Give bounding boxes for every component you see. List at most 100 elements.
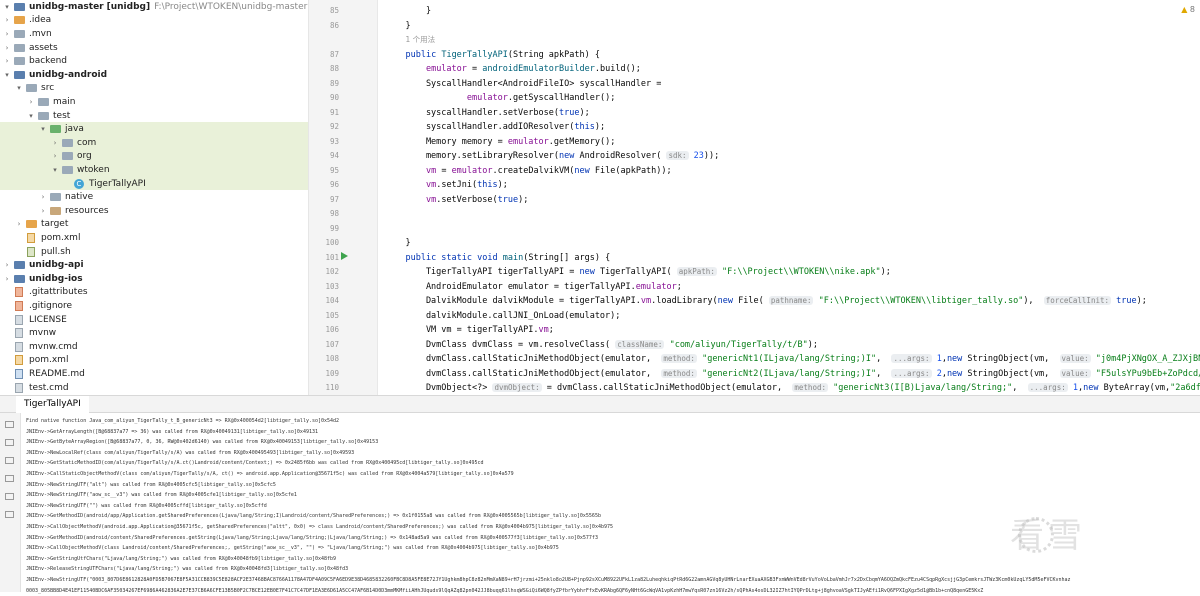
code-line[interactable]: dalvikModule.callJNI_OnLoad(emulator); <box>385 309 620 324</box>
chevron-right-icon[interactable]: › <box>50 152 60 160</box>
tree-item[interactable]: LICENSE <box>0 313 308 327</box>
code-editor[interactable]: 8586878889909192939495969798991001011021… <box>308 0 1200 395</box>
chevron-right-icon[interactable]: › <box>26 98 36 106</box>
tree-item-label: target <box>41 219 68 229</box>
tree-item[interactable]: pom.xml <box>0 231 308 245</box>
line-number: 95 <box>315 164 339 179</box>
chevron-right-icon[interactable]: › <box>2 44 12 52</box>
tree-item[interactable]: CTigerTallyAPI <box>0 177 308 191</box>
tree-item[interactable]: .gitattributes <box>0 286 308 300</box>
code-line[interactable]: public TigerTallyAPI(String apkPath) { <box>385 48 600 63</box>
tree-item[interactable]: .gitignore <box>0 299 308 313</box>
code-line[interactable]: } <box>385 236 411 251</box>
file-icon <box>12 369 26 379</box>
tree-item[interactable]: ›native <box>0 190 308 204</box>
tree-item[interactable]: ›unidbg-ios <box>0 272 308 286</box>
tree-item[interactable]: ›org <box>0 150 308 164</box>
tree-item-label: .gitignore <box>29 301 72 311</box>
code-token <box>385 64 426 74</box>
tree-item[interactable]: › main <box>0 95 308 109</box>
tree-item[interactable]: ▾src <box>0 82 308 96</box>
code-line[interactable]: DalvikModule dalvikModule = tigerTallyAP… <box>385 294 1147 309</box>
code-line[interactable]: } <box>385 4 431 19</box>
code-token: StringObject(vm, <box>962 369 1059 379</box>
tree-item[interactable]: ›com <box>0 136 308 150</box>
code-line[interactable]: syscallHandler.setVerbose(true); <box>385 106 590 121</box>
chevron-right-icon[interactable]: › <box>14 220 24 228</box>
line-number: 85 <box>315 4 339 19</box>
file-icon <box>24 233 38 243</box>
wrap-icon[interactable] <box>5 457 14 464</box>
code-line[interactable]: syscallHandler.addIOResolver(this); <box>385 120 605 135</box>
chevron-right-icon[interactable]: › <box>2 261 12 269</box>
down-icon[interactable] <box>5 439 14 446</box>
code-line[interactable]: 1 个用法 <box>385 33 435 48</box>
code-token: "genericNt1(ILjava/lang/String;)I" <box>702 354 876 364</box>
inspection-widget[interactable]: ▲ 8 <box>1181 5 1195 14</box>
code-line[interactable]: dvmClass.callStaticJniMethodObject(emula… <box>385 352 1200 367</box>
code-line[interactable]: DvmClass dvmClass = vm.resolveClass( cla… <box>385 338 818 353</box>
tree-item[interactable]: ▾wtoken <box>0 163 308 177</box>
console-output[interactable]: Find native function Java_com_aliyun_Tig… <box>26 416 1200 596</box>
code-line[interactable]: TigerTallyAPI tigerTallyAPI = new TigerT… <box>385 265 891 280</box>
code-line[interactable]: emulator.getSyscallHandler(); <box>385 91 615 106</box>
tree-item[interactable]: ›unidbg-api <box>0 258 308 272</box>
code-line[interactable]: SyscallHandler<AndroidFileIO> syscallHan… <box>385 77 661 92</box>
chevron-down-icon[interactable]: ▾ <box>50 166 60 174</box>
code-line[interactable]: AndroidEmulator emulator = tigerTallyAPI… <box>385 280 682 295</box>
up-icon[interactable] <box>5 421 14 428</box>
console-line: Find native function Java_com_aliyun_Tig… <box>26 416 1200 427</box>
tree-item[interactable]: ›assets <box>0 41 308 55</box>
code-area[interactable]: } } 1 个用法 public TigerTallyAPI(String ap… <box>385 0 1200 395</box>
trash-icon[interactable] <box>5 511 14 518</box>
chevron-right-icon[interactable]: › <box>2 30 12 38</box>
chevron-down-icon[interactable]: ▾ <box>14 84 24 92</box>
code-token <box>385 180 426 190</box>
code-line[interactable]: public static void main(String[] args) { <box>385 251 610 266</box>
chevron-down-icon[interactable]: ▾ <box>2 3 12 11</box>
code-token: 23 <box>694 151 704 161</box>
chevron-right-icon[interactable]: › <box>50 139 60 147</box>
project-tree[interactable]: ▾unidbg-master[unidbg]F:\Project\WTOKEN\… <box>0 0 308 395</box>
print-icon[interactable] <box>5 493 14 500</box>
scroll-end-icon[interactable] <box>5 475 14 482</box>
code-token: TigerTallyAPI( <box>595 267 677 277</box>
tree-item[interactable]: ›backend <box>0 54 308 68</box>
tree-item[interactable]: test.cmd <box>0 381 308 395</box>
chevron-down-icon[interactable]: ▾ <box>38 125 48 133</box>
tree-item[interactable]: mvnw.cmd <box>0 340 308 354</box>
chevron-right-icon[interactable]: › <box>2 16 12 24</box>
code-line[interactable]: vm.setJni(this); <box>385 178 508 193</box>
code-line[interactable]: vm = emulator.createDalvikVM(new File(ap… <box>385 164 672 179</box>
code-line[interactable]: VM vm = tigerTallyAPI.vm; <box>385 323 554 338</box>
code-line[interactable]: vm.setVerbose(true); <box>385 193 528 208</box>
chevron-right-icon[interactable]: › <box>2 275 12 283</box>
tree-item[interactable]: ▾unidbg-android <box>0 68 308 82</box>
chevron-right-icon[interactable]: › <box>2 57 12 65</box>
code-token: ); <box>579 108 589 118</box>
tree-item[interactable]: README.md <box>0 367 308 381</box>
code-line[interactable]: DvmObject<?> dvmObject: = dvmClass.callS… <box>385 381 1200 395</box>
tree-item[interactable]: mvnw <box>0 326 308 340</box>
tree-item[interactable]: ›.mvn <box>0 27 308 41</box>
tree-item[interactable]: ›resources <box>0 204 308 218</box>
tree-item[interactable]: › target <box>0 218 308 232</box>
code-line[interactable]: dvmClass.callStaticJniMethodObject(emula… <box>385 367 1200 382</box>
code-line[interactable]: emulator = androidEmulatorBuilder.build(… <box>385 62 641 77</box>
chevron-right-icon[interactable]: › <box>38 207 48 215</box>
tree-item[interactable]: pom.xml <box>0 354 308 368</box>
tree-item[interactable]: ▾test <box>0 109 308 123</box>
tree-item[interactable]: ▾java <box>0 122 308 136</box>
run-main-icon[interactable] <box>341 252 348 260</box>
code-line[interactable]: memory.setLibraryResolver(new AndroidRes… <box>385 149 719 164</box>
tree-item-label: main <box>53 97 76 107</box>
chevron-right-icon[interactable]: › <box>38 193 48 201</box>
tree-item[interactable]: ▾unidbg-master[unidbg]F:\Project\WTOKEN\… <box>0 0 308 14</box>
chevron-down-icon[interactable]: ▾ <box>2 71 12 79</box>
tree-item[interactable]: ›.idea <box>0 14 308 28</box>
tree-item[interactable]: pull.sh <box>0 245 308 259</box>
code-token: .createDalvikVM( <box>493 166 575 176</box>
code-line[interactable]: } <box>385 19 411 34</box>
code-line[interactable]: Memory memory = emulator.getMemory(); <box>385 135 615 150</box>
chevron-down-icon[interactable]: ▾ <box>26 112 36 120</box>
